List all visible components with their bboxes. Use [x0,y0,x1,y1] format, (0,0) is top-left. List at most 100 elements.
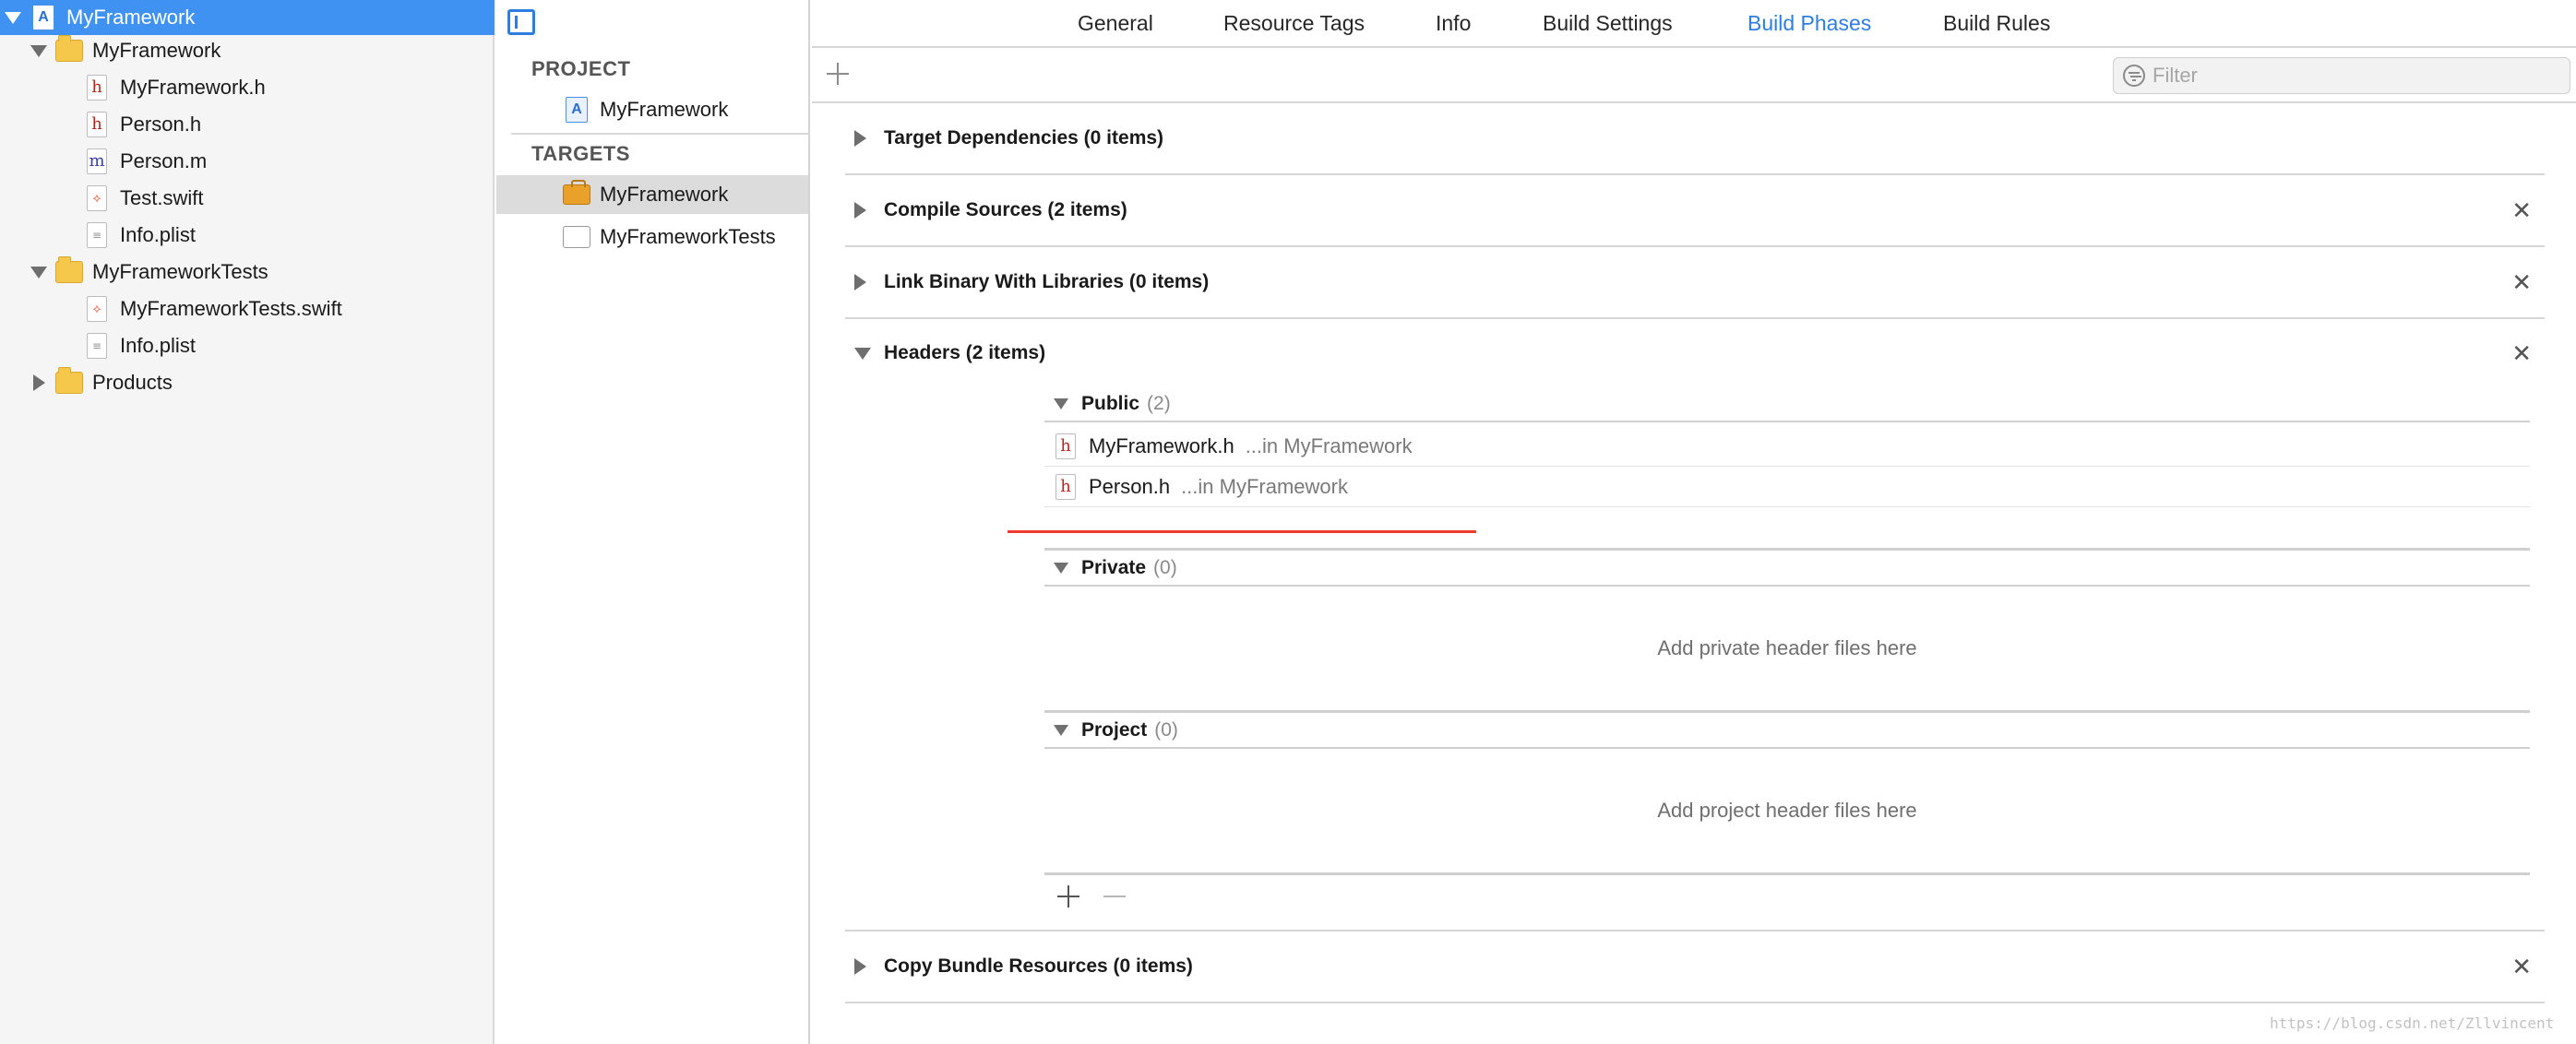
phase-compile-sources[interactable]: Compile Sources (2 items) ✕ [845,175,2545,247]
header-file-row[interactable]: h Person.h ...in MyFramework [1044,467,2530,507]
disclosure-expanded-icon[interactable] [30,265,47,279]
file-name: Person.h [1089,474,1171,498]
nav-item-file[interactable]: h Person.h [0,107,495,142]
target-list: PROJECT A MyFramework TARGETS MyFramewor… [496,0,810,1044]
headers-project-section[interactable]: Project (0) [1044,714,2530,749]
xcode-project-icon: A [563,96,590,124]
phase-title: Link Binary With Libraries (0 items) [884,271,1210,292]
nav-item-label: MyFramework.h [120,76,266,99]
watermark: https://blog.csdn.net/Zllvincent [2270,1014,2555,1032]
nav-item-label: Info.plist [120,334,196,357]
close-icon[interactable]: ✕ [2511,198,2532,222]
test-bundle-icon [563,223,590,251]
section-divider [1044,872,2530,875]
phase-title: Target Dependencies (0 items) [884,127,1164,148]
close-icon[interactable]: ✕ [2511,270,2532,294]
phase-title: Copy Bundle Resources (0 items) [884,955,1193,977]
filter-input[interactable] [2153,64,2558,88]
filter-field[interactable] [2113,57,2570,94]
nav-item-file[interactable]: ≡ Info.plist [0,218,495,253]
project-empty-message: Add project header files here [1657,799,1917,822]
nav-item-group[interactable]: Products [0,365,495,400]
disclosure-expanded-icon[interactable] [854,347,871,360]
target-item-myframework[interactable]: MyFramework [496,175,808,214]
nav-item-group[interactable]: MyFrameworkTests [0,255,495,290]
folder-icon [55,367,83,397]
project-item[interactable]: A MyFramework [496,90,808,129]
disclosure-expanded-icon[interactable] [30,43,47,58]
close-icon[interactable]: ✕ [2511,341,2532,365]
file-name: MyFramework.h [1089,433,1234,457]
header-file-icon: h [1055,473,1076,501]
filter-icon [2123,65,2145,87]
sidebar-toggle-icon[interactable] [507,9,535,35]
add-build-phase-button[interactable] [825,61,851,87]
disclosure-collapsed-icon[interactable] [854,958,866,975]
folder-icon [55,256,83,286]
nav-item-file[interactable]: ≡ Info.plist [0,328,495,363]
tab-info[interactable]: Info [1436,0,1471,46]
close-icon[interactable]: ✕ [2511,955,2532,979]
xcode-project-icon: A [30,4,57,31]
disclosure-collapsed-icon[interactable] [31,374,46,391]
section-count: (2) [1147,393,1171,414]
tab-build-rules[interactable]: Build Rules [1943,0,2050,46]
section-name: Project [1081,719,1148,741]
header-file-icon: h [83,74,111,101]
nav-item-group[interactable]: MyFramework [0,33,495,68]
disclosure-expanded-icon[interactable] [1054,398,1068,409]
header-file-row[interactable]: h MyFramework.h ...in MyFramework [1044,426,2530,467]
file-location: ...in MyFramework [1245,433,1413,457]
phase-copy-bundle-resources[interactable]: Copy Bundle Resources (0 items) ✕ [845,931,2545,1003]
nav-item-label: MyFramework [92,39,221,62]
phase-link-binary[interactable]: Link Binary With Libraries (0 items) ✕ [845,247,2545,319]
disclosure-collapsed-icon[interactable] [854,274,866,291]
phase-headers[interactable]: Headers (2 items) ✕ [845,319,2545,387]
remove-header-button[interactable] [1103,896,1126,897]
section-name: Private [1081,557,1147,578]
disclosure-expanded-icon[interactable] [5,10,21,25]
nav-item-file[interactable]: ⟡ MyFrameworkTests.swift [0,291,495,326]
target-item-label: MyFrameworkTests [600,225,776,248]
nav-item-file[interactable]: ⟡ Test.swift [0,181,495,216]
phase-title: Compile Sources (2 items) [884,199,1127,220]
nav-item-label: Products [92,371,173,394]
nav-item-label: Test.swift [120,186,204,209]
target-item-label: MyFramework [600,183,729,206]
nav-item-label: Person.h [120,113,202,136]
disclosure-expanded-icon[interactable] [1054,563,1068,574]
phase-title: Headers (2 items) [884,342,1046,363]
nav-item-label: Person.m [120,149,208,172]
tab-build-phases[interactable]: Build Phases [1747,0,1871,46]
nav-item-label: MyFrameworkTests.swift [120,297,342,320]
header-file-icon: h [83,111,111,138]
disclosure-expanded-icon[interactable] [1054,725,1068,736]
plist-file-icon: ≡ [83,221,111,249]
header-file-icon: h [1055,433,1076,460]
swift-file-icon: ⟡ [83,184,111,212]
divider [511,133,810,135]
headers-public-section[interactable]: Public (2) [1044,387,2530,422]
tab-general[interactable]: General [1078,0,1153,46]
objc-file-icon: m [83,148,111,175]
tab-build-settings[interactable]: Build Settings [1543,0,1673,46]
disclosure-collapsed-icon[interactable] [854,130,866,147]
section-divider [1044,710,2530,713]
nav-item-file[interactable]: m Person.m [0,144,495,179]
section-divider [1044,548,2530,551]
nav-item-file[interactable]: h MyFramework.h [0,70,495,105]
headers-private-section[interactable]: Private (0) [1044,552,2530,587]
tab-resource-tags[interactable]: Resource Tags [1223,0,1365,46]
phase-target-dependencies[interactable]: Target Dependencies (0 items) [845,103,2545,175]
section-count: (0) [1154,719,1178,741]
target-item-myframeworktests[interactable]: MyFrameworkTests [496,218,808,256]
nav-item-project[interactable]: A MyFramework [0,0,495,35]
disclosure-collapsed-icon[interactable] [854,202,866,219]
nav-item-label: MyFrameworkTests [92,260,268,283]
annotation-underline [1008,530,1476,533]
framework-target-icon [563,180,590,208]
project-navigator: A MyFramework MyFramework h MyFramework.… [0,0,495,1044]
section-count: (0) [1153,557,1177,578]
add-header-button[interactable] [1055,884,1081,909]
nav-item-label: MyFramework [66,6,196,29]
